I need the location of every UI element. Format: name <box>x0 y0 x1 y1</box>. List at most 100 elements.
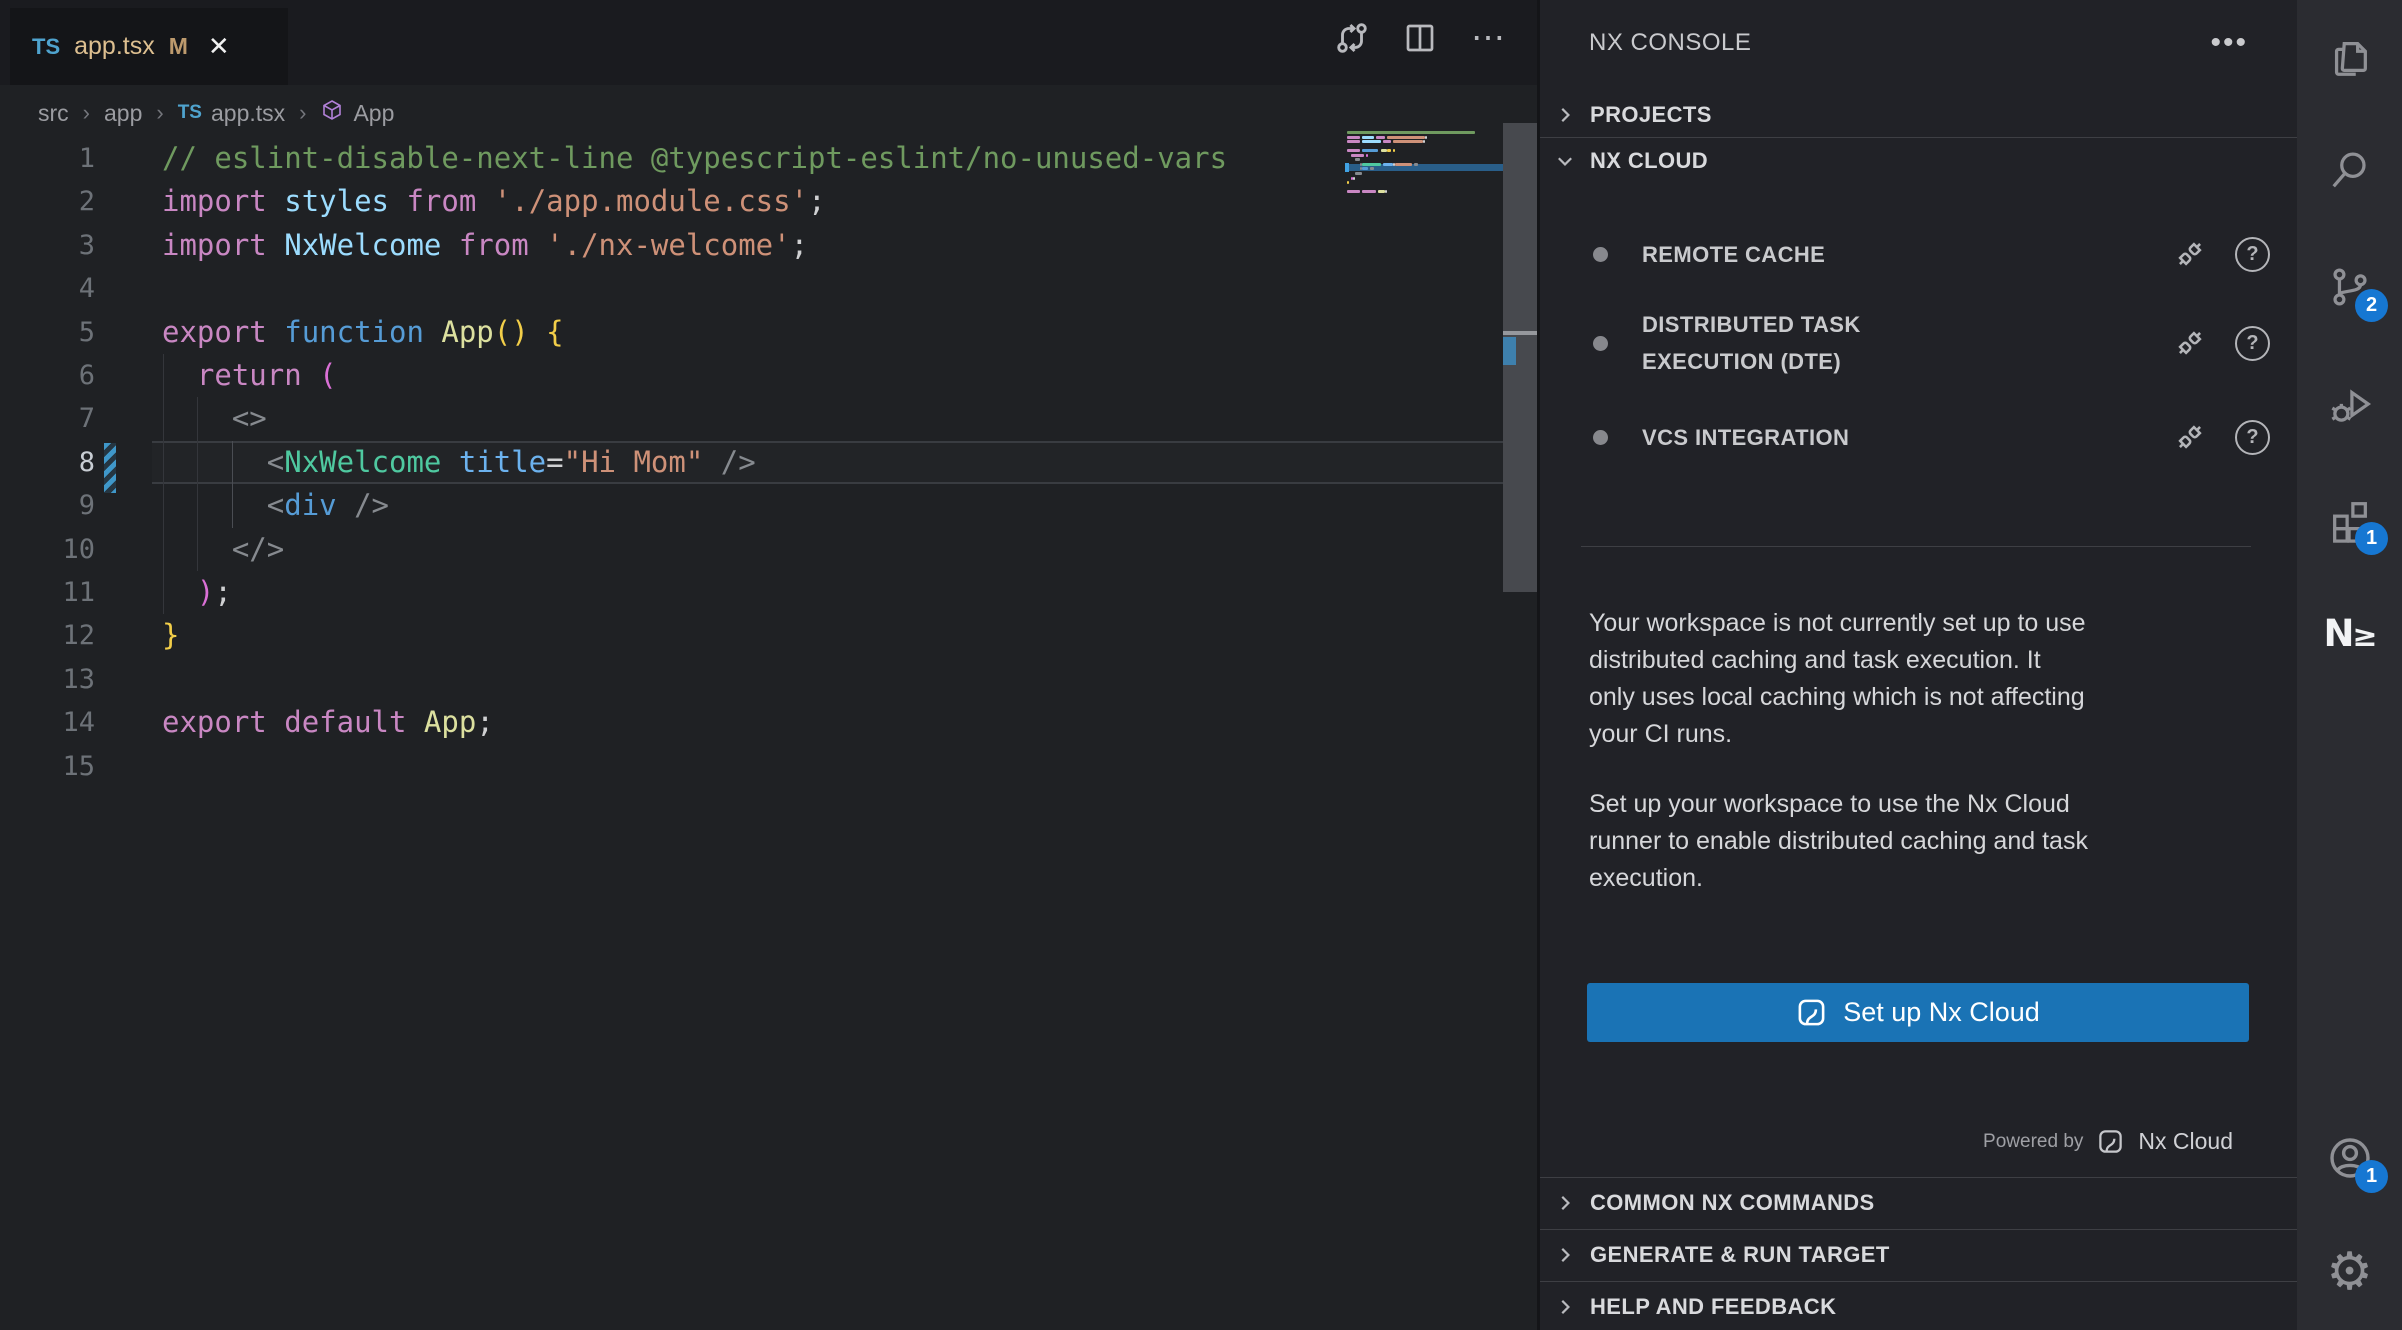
code-line[interactable]: 12} <box>0 614 1503 657</box>
status-dot-icon <box>1593 336 1608 351</box>
activity-bar: 2 1 N≥ 1 ⚙ <box>2297 0 2402 1330</box>
code-line[interactable]: 8 <NxWelcome title="Hi Mom" /> <box>0 441 1503 484</box>
divider <box>1540 137 2300 138</box>
nx-console-panel: NX CONSOLE ••• PROJECTS NX CLOUD REMOTE … <box>1537 0 2297 1330</box>
code-text: <div /> <box>162 484 389 527</box>
code-line[interactable]: 4 <box>0 267 1503 310</box>
code-line[interactable]: 14export default App; <box>0 701 1503 744</box>
code-line[interactable]: 13 <box>0 658 1503 701</box>
section-help-and-feedback[interactable]: HELP AND FEEDBACK <box>1540 1285 2300 1329</box>
minimap-line <box>1347 172 1362 175</box>
breadcrumb-label: src <box>38 100 69 127</box>
chevron-right-icon <box>1554 1296 1576 1318</box>
help-icon[interactable]: ? <box>2235 326 2270 361</box>
code-line[interactable]: 3import NxWelcome from './nx-welcome'; <box>0 224 1503 267</box>
activity-item-account-icon[interactable]: 1 <box>2297 1112 2402 1204</box>
breadcrumb-item-src[interactable]: src <box>38 100 69 127</box>
section-label: COMMON NX COMMANDS <box>1590 1190 1875 1216</box>
setup-instruction-message: Set up your workspace to use the Nx Clou… <box>1589 786 2289 897</box>
activity-item-nx-console-icon[interactable]: N≥ <box>2297 587 2402 679</box>
git-modified-badge: M <box>169 33 188 60</box>
badge-count: 1 <box>2355 1160 2388 1193</box>
feature-actions: ? <box>2171 324 2270 362</box>
workspace-status-message: Your workspace is not currently set up t… <box>1589 605 2289 753</box>
code-text: } <box>162 614 179 657</box>
help-icon[interactable]: ? <box>2235 420 2270 455</box>
badge-count: 2 <box>2355 289 2388 322</box>
code-line[interactable]: 15 <box>0 745 1503 788</box>
chevron-right-icon <box>1554 104 1576 126</box>
code-text: import styles from './app.module.css'; <box>162 180 826 223</box>
panel-more-actions-icon[interactable]: ••• <box>2210 20 2248 66</box>
tab-strip: TS app.tsx M ✕ ⋯ <box>0 0 1537 85</box>
divider <box>1540 1281 2300 1282</box>
badge-count: 1 <box>2355 522 2388 555</box>
minimap-line <box>1347 131 1475 134</box>
activity-item-search-icon[interactable] <box>2297 124 2402 216</box>
feature-label: REMOTE CACHE <box>1642 236 1952 273</box>
code-text: </> <box>162 528 284 571</box>
activity-item-run-debug-icon[interactable] <box>2297 359 2402 451</box>
code-line[interactable]: 5export function App() { <box>0 311 1503 354</box>
overview-cursor-mark <box>1503 331 1537 335</box>
section-common-nx-commands[interactable]: COMMON NX COMMANDS <box>1540 1181 2300 1225</box>
minimap-line <box>1347 190 1387 193</box>
code-line[interactable]: 7 <> <box>0 397 1503 440</box>
code-line[interactable]: 11 ); <box>0 571 1503 614</box>
line-number: 9 <box>0 484 95 527</box>
connect-icon[interactable] <box>2171 324 2209 362</box>
feature-label: DISTRIBUTED TASK EXECUTION (DTE) <box>1642 306 1952 380</box>
code-line[interactable]: 1// eslint-disable-next-line @typescript… <box>0 137 1503 180</box>
line-number: 12 <box>0 614 95 657</box>
nx-cloud-logo-icon <box>2097 1128 2124 1155</box>
feature-row-distributed-task-execution-dte-: DISTRIBUTED TASK EXECUTION (DTE)? <box>1580 301 2270 385</box>
typescript-file-icon: TS <box>32 34 60 60</box>
tab-app-tsx[interactable]: TS app.tsx M ✕ <box>10 8 288 85</box>
activity-item-files-icon[interactable] <box>2297 11 2402 103</box>
minimap[interactable] <box>1345 126 1503 204</box>
close-tab-icon[interactable]: ✕ <box>208 31 230 62</box>
editor-scrollbar[interactable] <box>1503 123 1537 1330</box>
breadcrumb-label: app <box>104 100 142 127</box>
breadcrumb-item-app[interactable]: App <box>320 98 394 128</box>
help-icon[interactable]: ? <box>2235 237 2270 272</box>
code-line[interactable]: 2 import styles from './app.module.css'; <box>0 180 1503 223</box>
code-line[interactable]: 9 <div /> <box>0 484 1503 527</box>
panel-title: NX CONSOLE <box>1589 29 1751 57</box>
connect-icon[interactable] <box>2171 235 2209 273</box>
section-nx-cloud[interactable]: NX CLOUD <box>1540 139 2300 183</box>
line-number: 6 <box>0 354 95 397</box>
vscode-window: TS app.tsx M ✕ ⋯ <box>0 0 2402 1330</box>
section-label: HELP AND FEEDBACK <box>1590 1294 1836 1320</box>
open-changes-icon[interactable] <box>1332 18 1372 58</box>
line-number: 7 <box>0 397 95 440</box>
activity-item-settings-icon[interactable]: ⚙ <box>2297 1226 2402 1318</box>
breadcrumb-separator-icon: › <box>83 100 90 126</box>
nx-cloud-logo-icon <box>1796 997 1827 1028</box>
breadcrumb-separator-icon: › <box>156 100 163 126</box>
section-projects[interactable]: PROJECTS <box>1540 93 2300 137</box>
breadcrumb-item-app-tsx[interactable]: TSapp.tsx <box>178 100 285 127</box>
feature-label: VCS INTEGRATION <box>1642 419 1952 456</box>
code-text: ); <box>162 571 232 614</box>
typescript-file-icon: TS <box>178 102 202 124</box>
line-number: 2 <box>0 180 95 223</box>
more-actions-icon[interactable]: ⋯ <box>1468 18 1508 58</box>
split-editor-icon[interactable] <box>1400 18 1440 58</box>
section-nx-cloud-label: NX CLOUD <box>1590 148 1708 174</box>
breadcrumb-item-app[interactable]: app <box>104 100 142 127</box>
minimap-line <box>1347 177 1355 180</box>
code-line[interactable]: 10 </> <box>0 528 1503 571</box>
connect-icon[interactable] <box>2171 418 2209 456</box>
section-generate-run-target[interactable]: GENERATE & RUN TARGET <box>1540 1233 2300 1277</box>
nx-cloud-brand-label: Nx Cloud <box>2138 1128 2233 1155</box>
activity-item-extensions-icon[interactable]: 1 <box>2297 474 2402 566</box>
code-line[interactable]: 6 return ( <box>0 354 1503 397</box>
setup-nx-cloud-button[interactable]: Set up Nx Cloud <box>1587 983 2249 1042</box>
chevron-down-icon <box>1554 150 1576 172</box>
breadcrumb: src›app›TSapp.tsx›App <box>38 88 394 138</box>
feature-row-vcs-integration: VCS INTEGRATION? <box>1580 412 2270 462</box>
symbol-cube-icon <box>320 98 344 128</box>
line-number: 4 <box>0 267 95 310</box>
activity-item-source-control-icon[interactable]: 2 <box>2297 241 2402 333</box>
